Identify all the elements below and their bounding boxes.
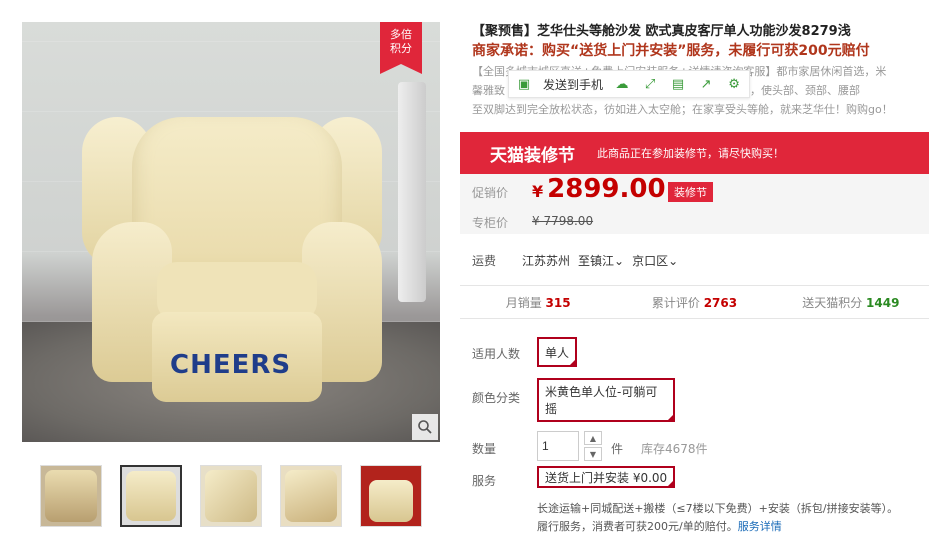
thumbnail-2[interactable] [120,465,182,527]
image-lamp [398,82,426,302]
service-note: 长途运输+同城配送+搬楼（≤7楼以下免费）+安装（拆包/拼接安装等）。 履行服务… [537,500,929,536]
service-details-link[interactable]: 服务详情 [738,520,782,533]
promo-price-label: 促销价 [472,186,509,200]
people-label: 适用人数 [472,347,521,361]
stock-count: 库存4678件 [641,442,708,456]
quantity-label: 数量 [472,442,497,456]
promo-note: 此商品正在参加装修节，请尽快购买！ [597,147,784,160]
district-select[interactable]: 京口区⌄ [632,252,678,269]
counter-price: ¥ 7798.00 [532,214,594,228]
product-title: 【聚预售】芝华仕头等舱沙发 欧式真皮客厅单人功能沙发8279浅 [472,24,851,39]
desc-line-3: 至双脚达到完全放松状态，彷如进入太空舱；在家享受头等舱，就来芝华仕！购购go！ [472,103,893,116]
price-box: 促销价 ¥2899.00 装修节 专柜价 ¥ 7798.00 [460,174,929,234]
thumbnail-3[interactable] [200,465,262,527]
points-badge: 多倍 积分 [380,22,422,74]
review-count[interactable]: 累计评价 2763 [616,294,772,311]
service-label: 服务 [472,474,497,488]
service-note-line-1: 长途运输+同城配送+搬楼（≤7楼以下免费）+安装（拆包/拼接安装等）。 [537,502,899,515]
shipping-label: 运费 [472,254,497,268]
color-option[interactable]: 米黄色单人位-可躺可摇 [537,378,675,422]
ship-to-select[interactable]: 至镇江⌄ [578,252,624,269]
chevron-down-icon: ⌄ [614,254,625,268]
sales-stats: 月销量 315 累计评价 2763 送天猫积分 1449 [460,285,929,319]
quantity-decrease-icon[interactable]: ▼ [584,447,602,461]
current-price: ¥2899.00 [532,174,666,204]
thumbnail-strip [40,465,422,527]
shipping-row: 运费 江苏苏州 至镇江⌄ 京口区⌄ [472,252,678,269]
save-icon[interactable]: ▤ [669,75,687,93]
thumbnail-1[interactable] [40,465,102,527]
zoom-icon[interactable] [412,414,438,440]
tmall-points: 送天猫积分 1449 [802,295,900,310]
cloud-icon[interactable]: ☁ [613,75,631,93]
qrcode-icon[interactable]: ▣ [515,75,533,93]
monthly-sales: 月销量 315 [505,295,571,310]
merchant-promise: 商家承诺：购买“送货上门并安装”服务，未履行可获200元赔付 [472,43,870,59]
badge-line-2: 积分 [390,42,412,55]
main-product-image[interactable]: CHEERS [22,22,440,442]
promo-tag: 装修节 [668,182,713,202]
thumbnail-4[interactable] [280,465,342,527]
gear-icon[interactable]: ⚙ [725,75,743,93]
thumbnail-5[interactable] [360,465,422,527]
promo-banner: 天猫装修节 此商品正在参加装修节，请尽快购买！ [460,132,929,174]
expand-icon[interactable]: ⤢ [641,75,659,93]
quantity-input[interactable] [537,431,579,461]
brand-logo: CHEERS [170,350,292,380]
people-option-single[interactable]: 单人 [537,337,578,367]
service-note-line-2: 履行服务，消费者可获200元/单的赔付。服务详情 [537,520,782,533]
badge-line-1: 多倍 [390,28,412,41]
quantity-increase-icon[interactable]: ▲ [584,431,602,445]
color-label: 颜色分类 [472,391,521,405]
counter-price-label: 专柜价 [472,216,509,230]
share-icon[interactable]: ↗ [697,75,715,93]
share-toolbar: ▣ 发送到手机 ☁ ⤢ ▤ ↗ ⚙ [508,70,751,98]
chevron-down-icon: ⌄ [668,254,679,268]
promo-title: 天猫装修节 [490,145,575,166]
send-to-phone-link[interactable]: 发送到手机 [543,76,603,93]
ship-from: 江苏苏州 [522,254,571,268]
service-option[interactable]: 送货上门并安装 ¥0.00 [537,466,676,488]
quantity-unit: 件 [611,442,624,456]
